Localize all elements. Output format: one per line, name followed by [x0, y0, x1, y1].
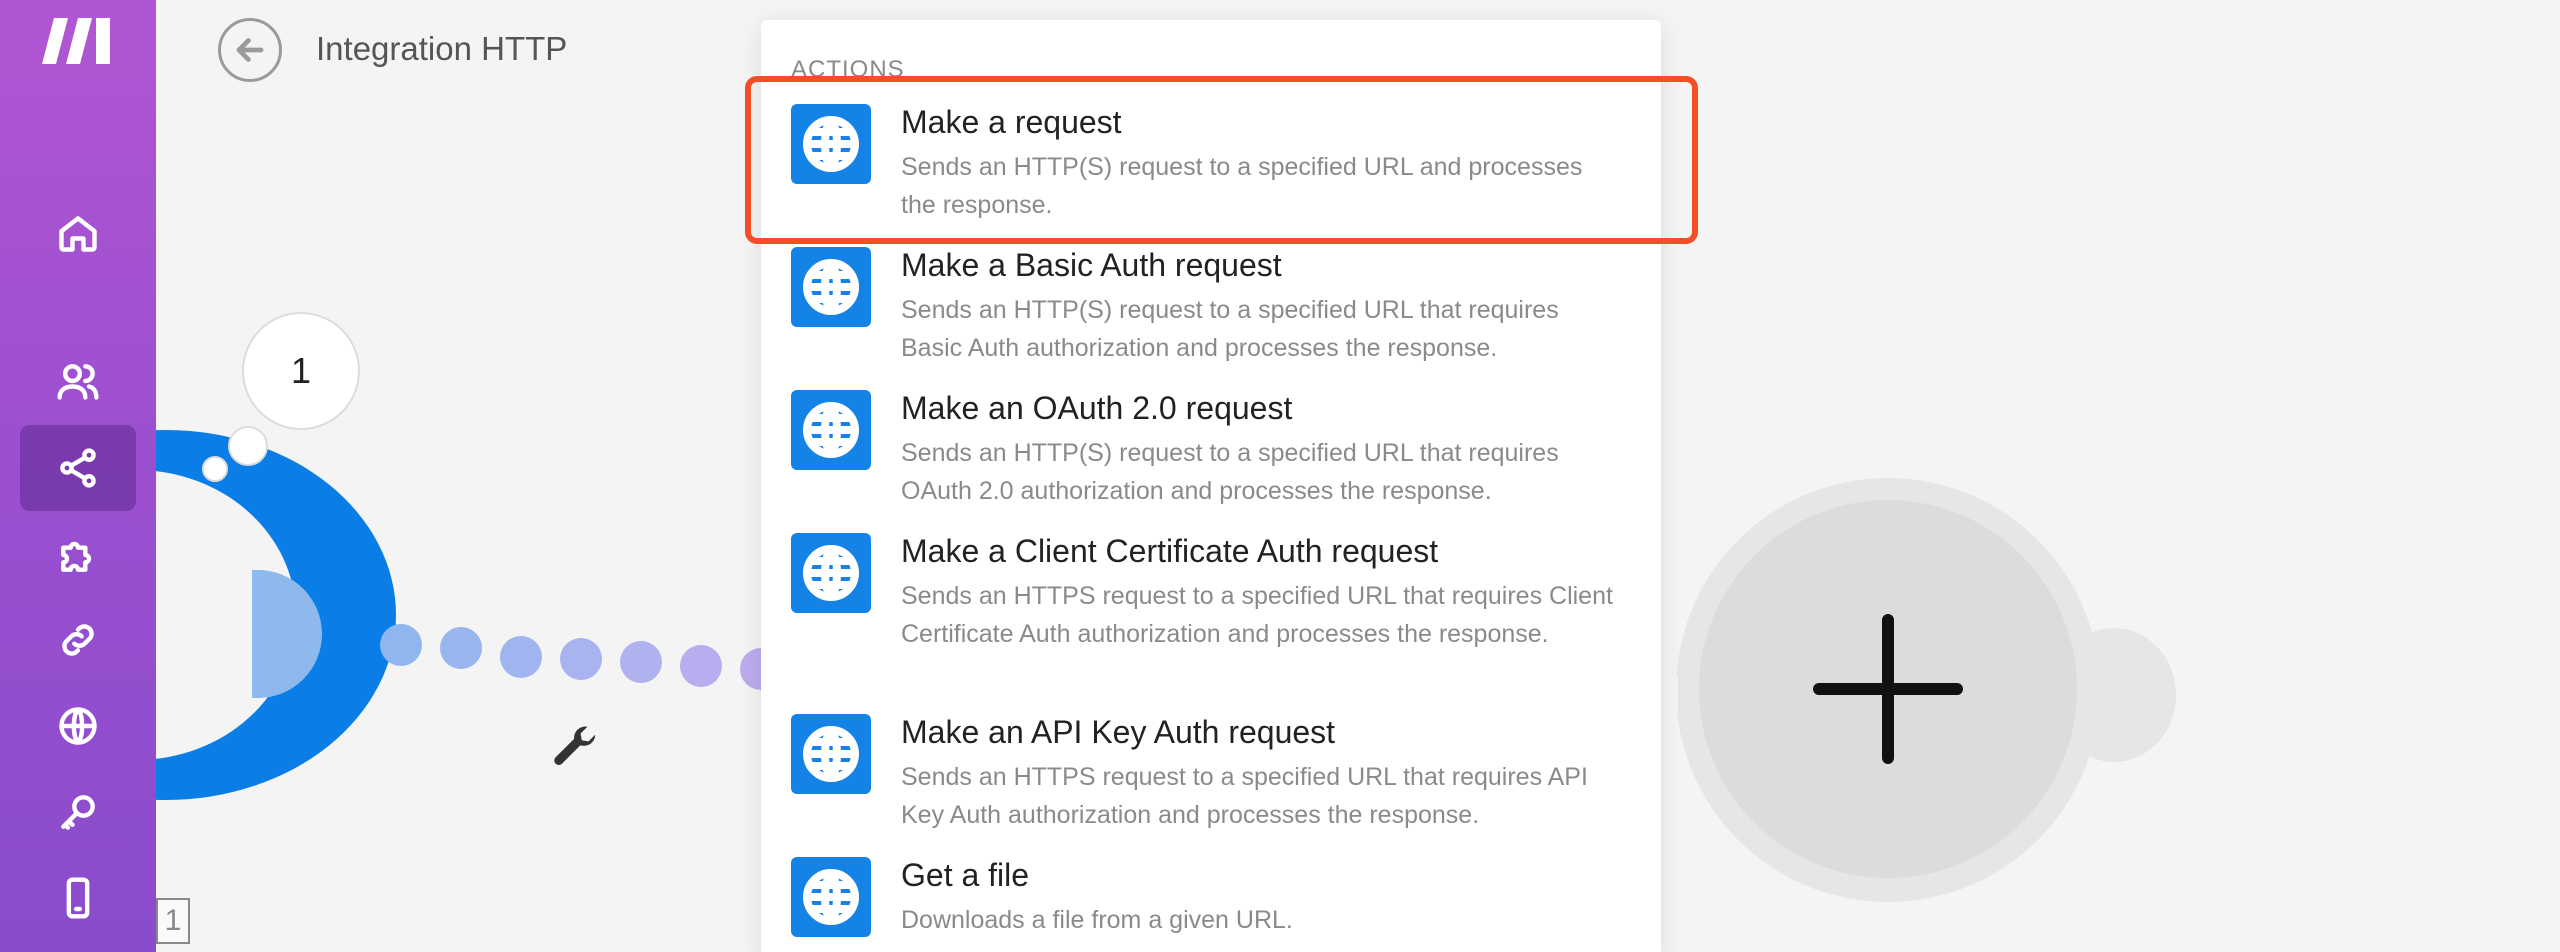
globe-icon: [791, 390, 871, 470]
arrow-left-icon: [236, 38, 264, 62]
sidebar-item-scenarios[interactable]: [20, 425, 136, 511]
sidebar-item-connections[interactable]: [20, 597, 136, 683]
sidebar-item-devices[interactable]: [20, 855, 136, 941]
route-dot: [680, 645, 722, 687]
sidebar-item-webhooks[interactable]: [20, 683, 136, 769]
thought-bubble-small: [202, 456, 228, 482]
puzzle-icon: [61, 541, 92, 572]
route-dot: [500, 636, 542, 678]
globe-icon: [791, 714, 871, 794]
add-module-arrow: [1660, 676, 1678, 712]
link-icon: [62, 624, 94, 656]
route-dot: [560, 638, 602, 680]
action-title: Get a file: [901, 857, 1030, 893]
users-icon: [57, 364, 99, 400]
sidebar-item-templates[interactable]: [20, 512, 136, 598]
action-description: Downloads a file from a given URL.: [901, 906, 1293, 934]
mobile-icon: [66, 877, 90, 919]
action-make-client-certificate-auth-request[interactable]: Make a Client Certificate Auth request S…: [791, 533, 1641, 697]
share-icon: [60, 448, 96, 488]
action-description: Sends an HTTP(S) request to a specified …: [901, 439, 1559, 505]
module-number: 1: [290, 350, 312, 391]
globe-icon: [791, 533, 871, 613]
action-title: Make an API Key Auth request: [901, 714, 1336, 750]
back-button[interactable]: [218, 18, 282, 82]
action-make-oauth2-request[interactable]: Make an OAuth 2.0 request Sends an HTTP(…: [791, 390, 1641, 516]
action-get-a-file[interactable]: Get a file Downloads a file from a given…: [791, 857, 1641, 947]
module-count-badge: 1: [156, 898, 190, 944]
action-description: Sends an HTTPS request to a specified UR…: [901, 582, 1613, 648]
highlight-box: [745, 76, 1698, 244]
plus-icon: [1813, 614, 1963, 764]
wrench-icon[interactable]: [548, 720, 602, 774]
scenario-title[interactable]: Integration HTTP: [316, 30, 567, 68]
key-icon: [61, 795, 95, 830]
thought-bubble-mid: [228, 426, 268, 466]
globe-icon: [791, 247, 871, 327]
home-icon: [59, 216, 97, 252]
action-description: Sends an HTTP(S) request to a specified …: [901, 296, 1559, 362]
route-dot: [380, 624, 422, 666]
module-number-bubble: 1: [242, 312, 360, 430]
action-title: Make a Client Certificate Auth request: [901, 533, 1439, 569]
globe-icon: [791, 857, 871, 937]
sidebar-item-team[interactable]: [20, 338, 136, 424]
sidebar: [0, 0, 156, 952]
route-dot: [620, 641, 662, 683]
sidebar-item-keys[interactable]: [20, 769, 136, 855]
action-make-api-key-auth-request[interactable]: Make an API Key Auth request Sends an HT…: [791, 714, 1641, 840]
sidebar-item-home[interactable]: [20, 190, 136, 276]
action-description: Sends an HTTPS request to a specified UR…: [901, 763, 1588, 829]
route-dot: [440, 627, 482, 669]
globe-icon: [59, 707, 97, 745]
action-title: Make an OAuth 2.0 request: [901, 390, 1293, 426]
make-logo-icon[interactable]: [38, 12, 118, 68]
add-module-button[interactable]: [1699, 500, 2077, 878]
action-make-basic-auth-request[interactable]: Make a Basic Auth request Sends an HTTP(…: [791, 247, 1641, 373]
action-title: Make a Basic Auth request: [901, 247, 1282, 283]
